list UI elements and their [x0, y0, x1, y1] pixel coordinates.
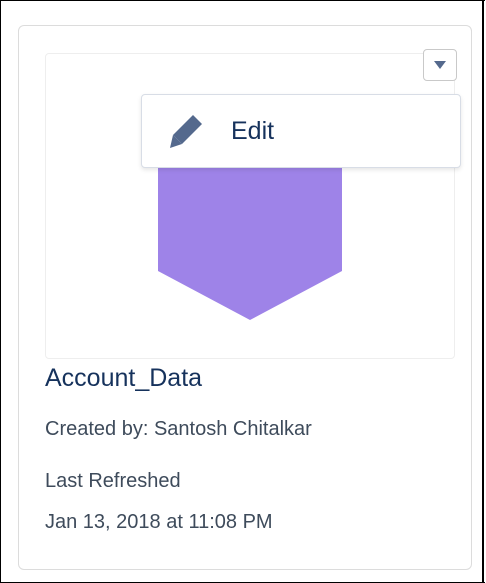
dataset-name[interactable]: Account_Data — [45, 362, 202, 394]
card-menu-toggle-button[interactable] — [423, 49, 457, 81]
window-frame-edge — [482, 0, 484, 583]
card-action-menu: Edit — [141, 94, 461, 168]
dataset-card[interactable]: Edit Account_Data Created by: Santosh Ch… — [18, 25, 472, 570]
menu-item-edit[interactable]: Edit — [142, 95, 460, 167]
last-refreshed-value: Jan 13, 2018 at 11:08 PM — [45, 511, 273, 533]
chevron-down-icon — [434, 61, 446, 69]
menu-item-label: Edit — [231, 117, 275, 145]
created-by-text: Created by: Santosh Chitalkar — [45, 418, 312, 440]
last-refreshed-label: Last Refreshed — [45, 470, 181, 492]
pencil-icon — [170, 115, 202, 148]
